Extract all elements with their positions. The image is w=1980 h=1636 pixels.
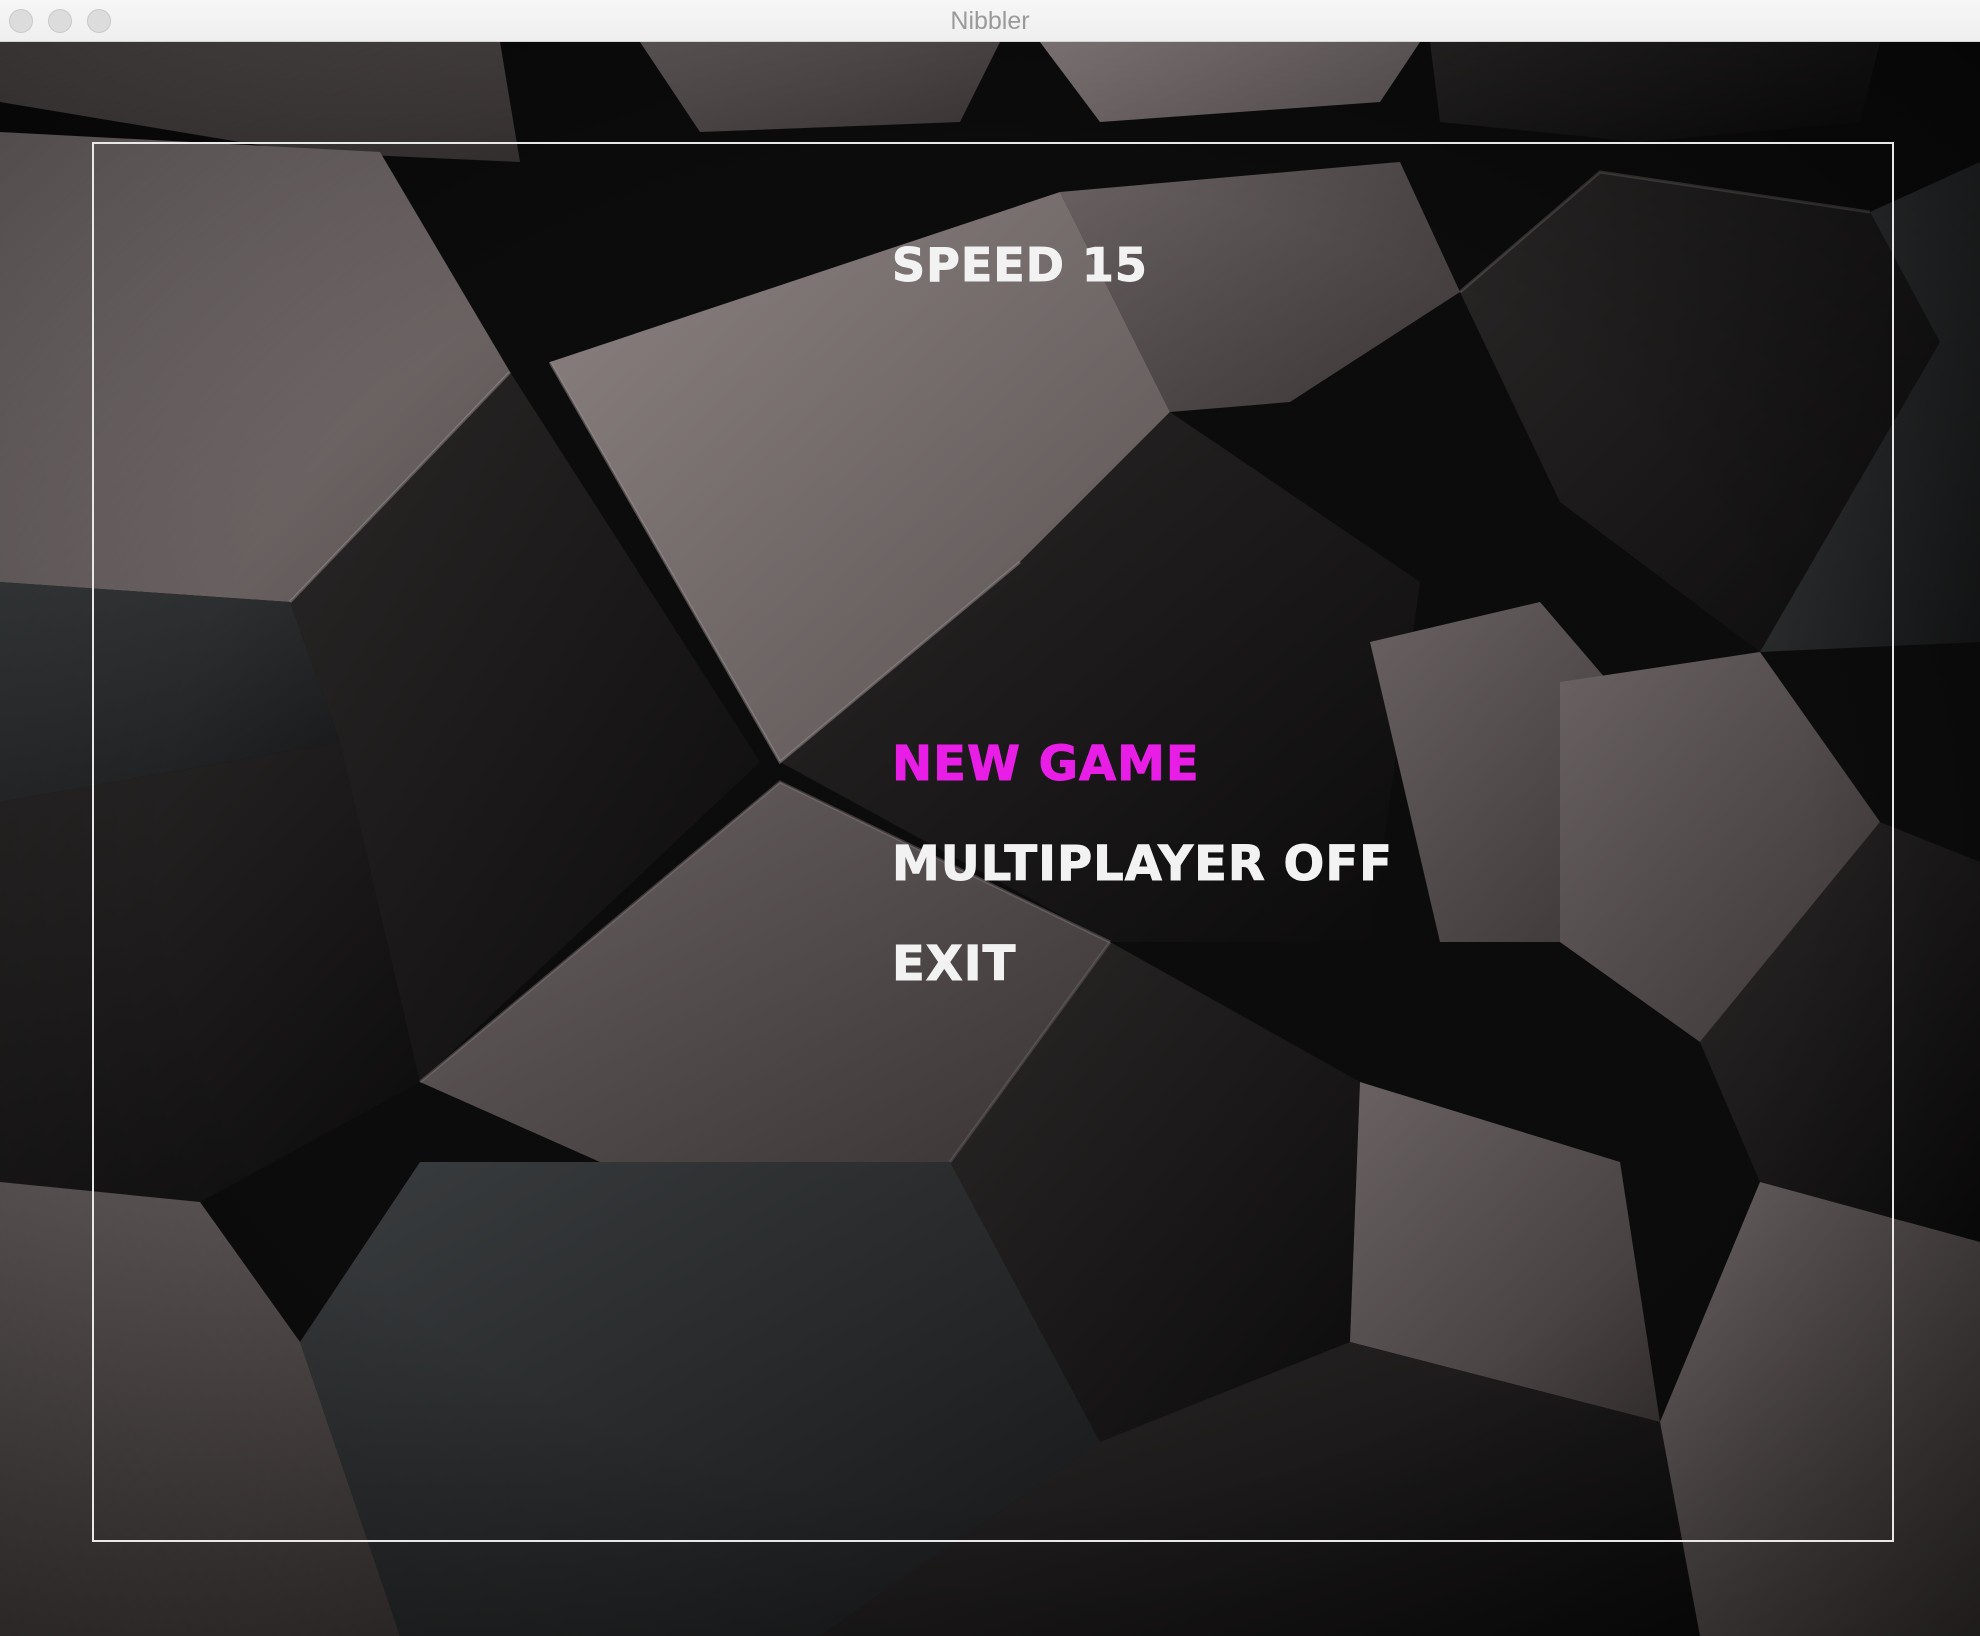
- multiplayer-toggle-menu-item[interactable]: MULTIPLAYER OFF: [892, 836, 1393, 893]
- title-bar[interactable]: Nibbler: [0, 0, 1980, 42]
- app-window: Nibbler SPEED 15 NEW GAME MULTIPLAYER OF…: [0, 0, 1980, 1636]
- exit-menu-item[interactable]: EXIT: [891, 936, 1016, 993]
- window-title: Nibbler: [950, 7, 1030, 35]
- game-canvas: SPEED 15 NEW GAME MULTIPLAYER OFF EXIT: [0, 42, 1980, 1636]
- new-game-menu-item[interactable]: NEW GAME: [892, 736, 1200, 793]
- speed-setting[interactable]: SPEED 15: [892, 238, 1148, 293]
